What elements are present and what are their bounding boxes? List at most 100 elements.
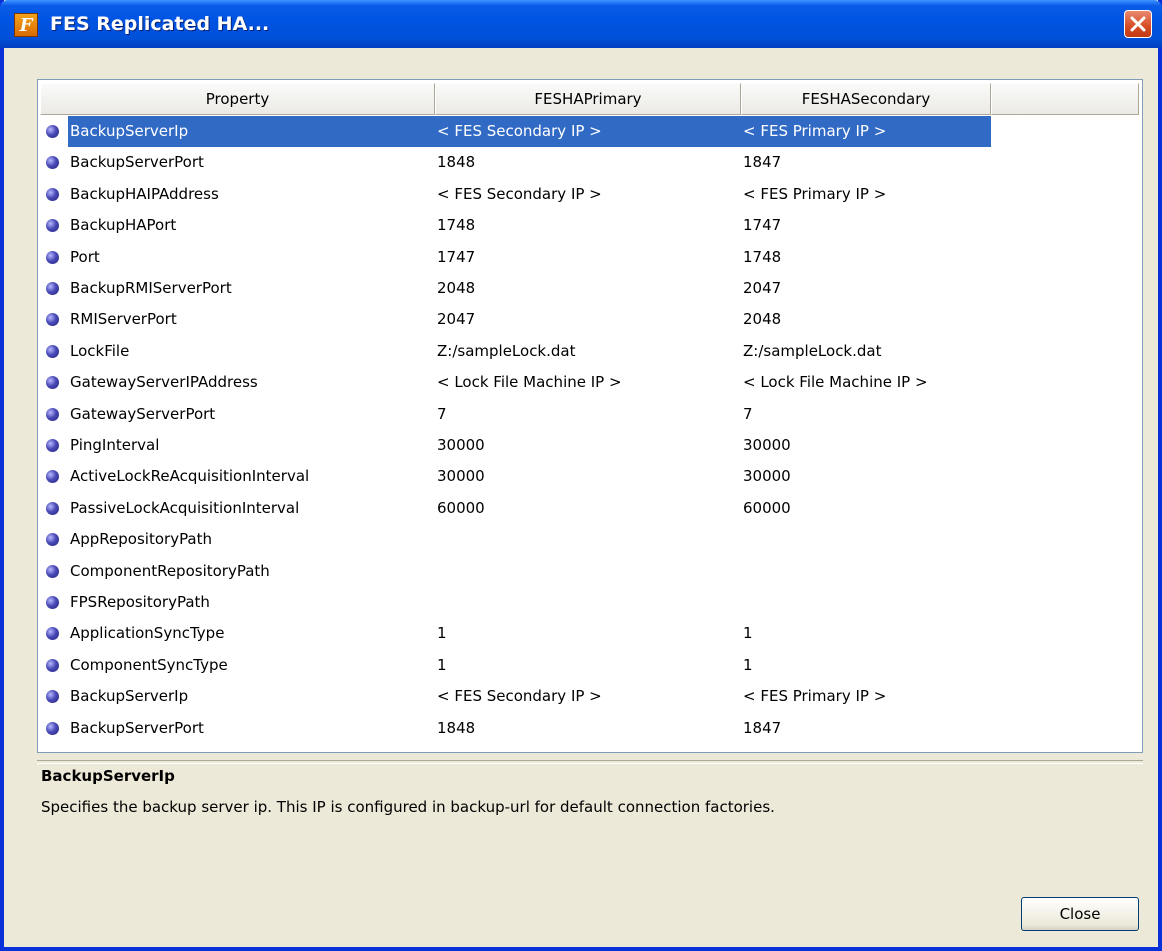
cell-primary: 7 <box>437 404 447 423</box>
property-bullet-icon <box>46 533 59 547</box>
cell-property: ComponentRepositoryPath <box>70 561 270 580</box>
table-row[interactable]: FPSRepositoryPath <box>40 587 1140 618</box>
cell-secondary: < FES Primary IP > <box>741 116 991 147</box>
property-table: Property FESHAPrimary FESHASecondary Bac… <box>37 79 1143 753</box>
cell-property: BackupHAIPAddress <box>70 184 219 203</box>
cell-property: BackupServerIp <box>68 116 435 147</box>
table-row[interactable]: BackupServerPort 1848 1847 <box>40 713 1140 744</box>
cell-secondary: < Lock File Machine IP > <box>743 373 928 392</box>
property-bullet-icon <box>46 344 59 358</box>
cell-primary: 1 <box>437 655 447 674</box>
cell-primary: 1747 <box>437 247 476 266</box>
cell-property: BackupServerIp <box>70 687 189 706</box>
cell-primary: 2047 <box>437 310 476 329</box>
cell-primary: 1848 <box>437 153 476 172</box>
cell-secondary: 1847 <box>743 718 782 737</box>
cell-secondary: 2048 <box>743 310 782 329</box>
cell-secondary: 30000 <box>743 436 791 454</box>
table-row[interactable]: AppRepositoryPath <box>40 524 1140 555</box>
cell-secondary: 1 <box>743 624 753 643</box>
separator <box>37 760 1143 764</box>
table-row[interactable]: PassiveLockAcquisitionInterval 60000 60000 <box>40 493 1140 524</box>
cell-property: ActiveLockReAcquisitionInterval <box>70 467 310 486</box>
property-bullet-icon <box>46 596 59 609</box>
cell-primary: 30000 <box>437 436 485 454</box>
cell-primary: < FES Secondary IP > <box>437 184 602 203</box>
cell-property: BackupServerPort <box>70 718 204 737</box>
cell-primary <box>435 524 741 555</box>
property-bullet-icon <box>46 219 59 233</box>
title-bar[interactable]: F FES Replicated HA... <box>0 0 1162 48</box>
cell-property: BackupHAPort <box>70 216 177 235</box>
cell-primary: 60000 <box>437 498 485 517</box>
description-text: Specifies the backup server ip. This IP … <box>41 798 775 816</box>
table-row[interactable]: LockFile Z:/sampleLock.dat Z:/sampleLock.d… <box>40 336 1140 367</box>
table-row[interactable]: RMIServerPort 2047 2048 <box>40 304 1140 335</box>
cell-secondary: 30000 <box>743 467 791 486</box>
table-row[interactable]: BackupRMIServerPort 2048 2047 <box>40 273 1140 304</box>
table-row[interactable]: Port 1747 1748 <box>40 242 1140 273</box>
cell-secondary: < FES Primary IP > <box>743 687 887 706</box>
property-bullet-icon <box>46 125 59 138</box>
cell-property: RMIServerPort <box>70 310 177 329</box>
table-row[interactable]: ApplicationSyncType 1 1 <box>40 618 1140 649</box>
window-close-icon[interactable] <box>1124 10 1152 38</box>
property-bullet-icon <box>46 501 59 515</box>
cell-secondary: 1 <box>743 655 753 674</box>
property-bullet-icon <box>46 156 59 170</box>
dialog-window: F FES Replicated HA... Property FESHAPri… <box>0 0 1162 951</box>
column-header-primary[interactable]: FESHAPrimary <box>435 83 741 115</box>
property-bullet-icon <box>46 721 59 735</box>
cell-secondary: 7 <box>743 404 753 423</box>
table-row[interactable]: ComponentRepositoryPath <box>40 556 1140 587</box>
cell-property: BackupServerPort <box>70 153 204 172</box>
property-bullet-icon <box>46 407 59 421</box>
property-bullet-icon <box>46 564 59 578</box>
property-bullet-icon <box>46 627 59 641</box>
table-row[interactable]: GatewayServerPort 7 7 <box>40 399 1140 430</box>
property-bullet-icon <box>46 470 59 484</box>
column-header-property[interactable]: Property <box>40 83 435 115</box>
cell-secondary <box>741 587 991 618</box>
cell-secondary: 2047 <box>743 279 782 297</box>
cell-primary: 1 <box>437 624 447 643</box>
cell-primary: 30000 <box>437 467 485 486</box>
table-row[interactable]: BackupServerIp < FES Secondary IP > < FES … <box>40 116 1140 147</box>
cell-primary: 2048 <box>437 279 476 297</box>
cell-secondary <box>741 524 991 555</box>
cell-primary: 1748 <box>437 216 476 235</box>
table-row[interactable]: GatewayServerIPAddress < Lock File Machin… <box>40 367 1140 398</box>
cell-primary: < FES Secondary IP > <box>435 116 741 147</box>
cell-property: FPSRepositoryPath <box>70 593 210 611</box>
cell-secondary: 1748 <box>743 247 782 266</box>
property-bullet-icon <box>46 690 59 704</box>
cell-property: BackupRMIServerPort <box>70 279 232 297</box>
cell-secondary: < FES Primary IP > <box>743 184 887 203</box>
table-row[interactable]: ComponentSyncType 1 1 <box>40 650 1140 681</box>
cell-primary: < Lock File Machine IP > <box>437 373 622 392</box>
cell-primary: < FES Secondary IP > <box>437 687 602 706</box>
property-bullet-icon <box>46 187 59 201</box>
table-row[interactable]: BackupHAPort 1748 1747 <box>40 210 1140 241</box>
table-row[interactable]: PingInterval 30000 30000 <box>40 430 1140 461</box>
column-header-secondary[interactable]: FESHASecondary <box>741 83 991 115</box>
property-bullet-icon <box>46 439 59 452</box>
cell-property: PassiveLockAcquisitionInterval <box>70 498 300 517</box>
property-bullet-icon <box>46 250 59 264</box>
close-button[interactable]: Close <box>1021 897 1139 931</box>
cell-secondary: Z:/sampleLock.dat <box>743 341 882 360</box>
table-row[interactable]: BackupServerPort 1848 1847 <box>40 147 1140 178</box>
cell-property: AppRepositoryPath <box>70 530 213 549</box>
cell-property: GatewayServerIPAddress <box>70 373 258 392</box>
app-logo-icon: F <box>14 13 38 37</box>
column-header-filler <box>991 83 1139 115</box>
cell-primary: 1848 <box>437 718 476 737</box>
table-row[interactable]: BackupHAIPAddress < FES Secondary IP > < F… <box>40 179 1140 210</box>
table-row[interactable]: BackupServerIp < FES Secondary IP > < FES … <box>40 681 1140 712</box>
cell-property: GatewayServerPort <box>70 404 216 423</box>
cell-property: ApplicationSyncType <box>70 624 225 643</box>
window-title: FES Replicated HA... <box>50 13 270 35</box>
cell-secondary: 1847 <box>743 153 782 172</box>
table-row[interactable]: ActiveLockReAcquisitionInterval 30000 3000… <box>40 461 1140 492</box>
cell-secondary: 60000 <box>743 498 791 517</box>
